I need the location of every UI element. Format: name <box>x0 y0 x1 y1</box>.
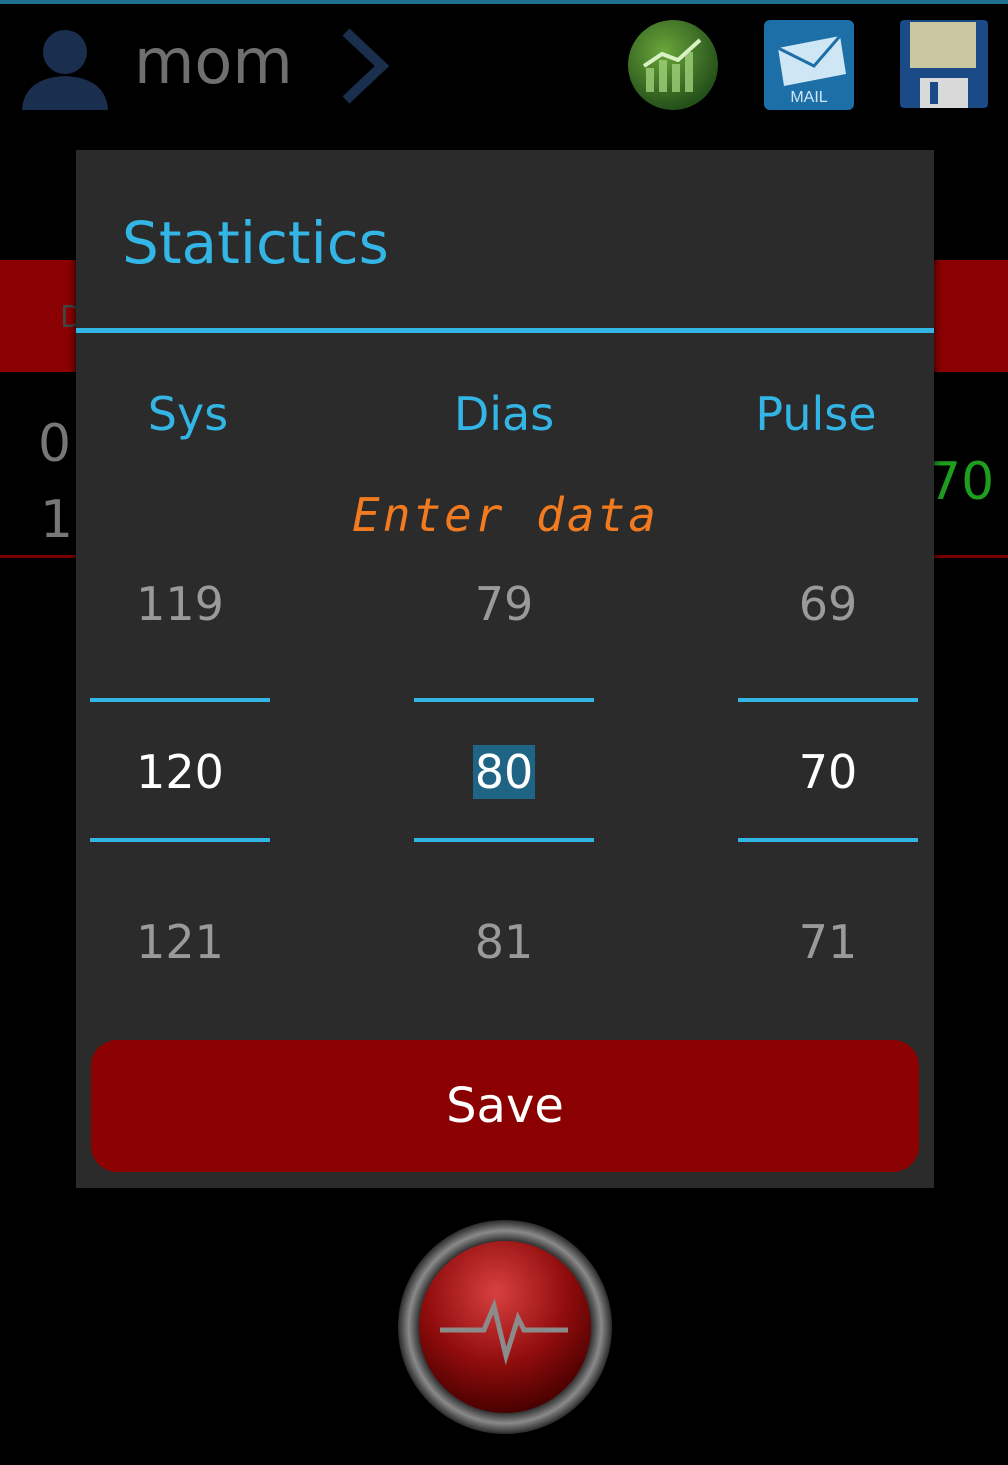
profile-name[interactable]: mom <box>134 22 293 102</box>
dias-input[interactable]: 80 <box>472 745 536 799</box>
picker-divider <box>738 698 918 702</box>
pulse-prev-value[interactable]: 69 <box>738 574 918 634</box>
mail-label: MAIL <box>790 89 827 106</box>
pulse-current-value[interactable]: 70 <box>738 742 918 802</box>
statistics-dialog: Statictics Sys Dias Pulse Enter data 119… <box>76 150 934 1188</box>
avatar-icon[interactable] <box>18 26 112 110</box>
pulse-input[interactable]: 70 <box>799 745 858 799</box>
chevron-right-icon[interactable] <box>336 26 392 106</box>
dias-number-picker[interactable]: 79 80 81 <box>414 550 594 970</box>
dias-next-value[interactable]: 81 <box>414 912 594 972</box>
pulse-next-value[interactable]: 71 <box>738 912 918 972</box>
sys-column-header: Sys <box>147 387 229 441</box>
picker-divider <box>738 838 918 842</box>
list-item-pulse: 70 <box>928 452 995 512</box>
pulse-number-picker[interactable]: 69 70 71 <box>738 550 918 970</box>
picker-divider <box>90 698 270 702</box>
dias-column-header: Dias <box>453 387 555 441</box>
list-item-text: 1 <box>40 490 74 550</box>
picker-divider <box>414 698 594 702</box>
picker-divider <box>90 838 270 842</box>
dialog-title-divider <box>76 328 934 333</box>
sys-current-value[interactable]: 120 <box>90 742 270 802</box>
stats-chart-icon[interactable] <box>626 18 720 112</box>
save-button[interactable]: Save <box>91 1040 919 1172</box>
sys-number-picker[interactable]: 119 120 121 <box>90 550 270 970</box>
sys-prev-value[interactable]: 119 <box>90 574 270 634</box>
floppy-disk-icon[interactable] <box>898 18 990 110</box>
heartbeat-record-button[interactable] <box>396 1218 614 1436</box>
picker-divider <box>414 838 594 842</box>
sys-input[interactable]: 120 <box>136 745 224 799</box>
pulse-column-header: Pulse <box>755 387 877 441</box>
dialog-title: Statictics <box>122 209 389 277</box>
dias-current-value[interactable]: 80 <box>414 742 594 802</box>
sys-next-value[interactable]: 121 <box>90 912 270 972</box>
dias-prev-value[interactable]: 79 <box>414 574 594 634</box>
enter-data-hint: Enter data <box>352 488 659 542</box>
list-item-text: 0 <box>38 414 72 474</box>
action-bar: mom MAIL <box>0 4 1008 114</box>
mail-icon[interactable]: MAIL <box>762 18 856 112</box>
